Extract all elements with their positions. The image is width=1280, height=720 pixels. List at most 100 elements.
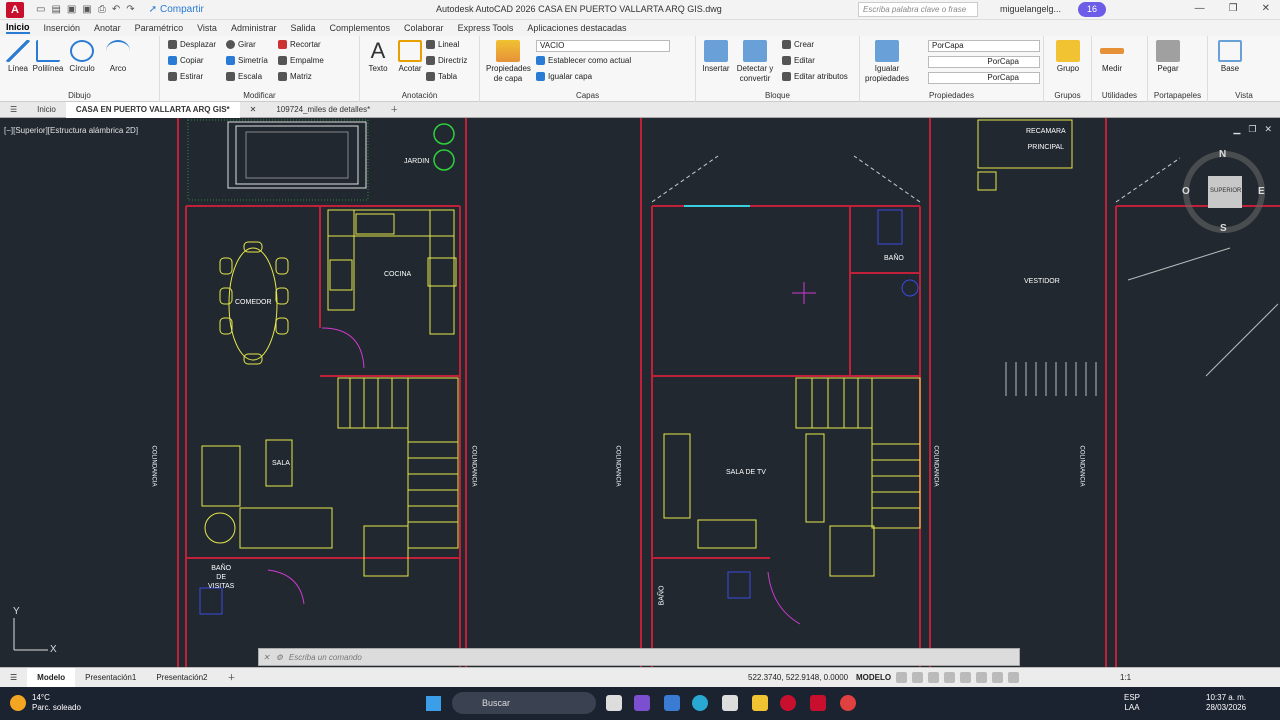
panel-title-portapapeles[interactable]: Portapapeles — [1148, 91, 1207, 100]
lineweight-icon[interactable] — [992, 672, 1003, 683]
group-button[interactable]: Grupo — [1050, 40, 1086, 74]
command-line[interactable]: ✕ ⚙ Escriba un comando — [258, 648, 1020, 666]
drawing-canvas[interactable]: Y X [−][Superior][Estructura alámbrica 2… — [0, 118, 1280, 667]
layout-menu-icon[interactable]: ☰ — [0, 668, 27, 688]
tab-salida[interactable]: Salida — [290, 23, 315, 33]
layer-properties-button[interactable]: Propiedades de capa — [486, 40, 531, 84]
share-button[interactable]: ➚ Compartir — [149, 4, 204, 15]
layout-tab-presentacion1[interactable]: Presentación1 — [75, 668, 146, 688]
viewcube-east[interactable]: E — [1258, 186, 1265, 197]
transparency-icon[interactable] — [1008, 672, 1019, 683]
annotation-scale[interactable]: 1:1 — [1120, 673, 1131, 682]
viewcube-north[interactable]: N — [1219, 149, 1226, 160]
polar-icon[interactable] — [944, 672, 955, 683]
match-layer-button[interactable]: Igualar capa — [536, 72, 592, 81]
file-tab-inicio[interactable]: Inicio — [27, 102, 66, 118]
rotate-button[interactable]: Girar — [226, 40, 256, 49]
panel-title-utilidades[interactable]: Utilidades — [1092, 91, 1147, 100]
move-button[interactable]: Desplazar — [168, 40, 216, 49]
file-explorer-icon[interactable] — [752, 695, 768, 711]
viewport-close-icon[interactable]: ✕ — [1264, 124, 1272, 135]
edge-icon[interactable] — [692, 695, 708, 711]
add-layout-icon[interactable]: ＋ — [217, 668, 245, 688]
panel-title-propiedades[interactable]: Propiedades — [860, 91, 1043, 100]
opera-icon[interactable] — [780, 695, 796, 711]
user-account[interactable]: miguelangelg... — [1000, 4, 1061, 14]
tab-vista[interactable]: Vista — [197, 23, 217, 33]
detect-convert-button[interactable]: Detectar y convertir — [734, 40, 776, 84]
outlook-icon[interactable] — [664, 695, 680, 711]
save-as-icon[interactable]: ▣ — [82, 4, 91, 15]
help-search-input[interactable]: Escriba palabra clave o frase — [858, 2, 978, 17]
lineweight-dropdown[interactable]: PorCapa — [928, 72, 1040, 84]
panel-title-capas[interactable]: Capas — [480, 91, 695, 100]
osnap-icon[interactable] — [960, 672, 971, 683]
text-button[interactable]: A Texto — [360, 40, 396, 74]
viewport-minimize-icon[interactable]: ▁ — [1233, 124, 1240, 135]
tab-insercion[interactable]: Inserción — [44, 23, 81, 33]
panel-title-dibujo[interactable]: Dibujo — [0, 91, 159, 100]
panel-title-modificar[interactable]: Modificar — [160, 91, 359, 100]
close-tab-icon[interactable]: ✕ — [240, 102, 267, 118]
copilot-icon[interactable] — [634, 695, 650, 711]
panel-title-anotacion[interactable]: Anotación — [360, 91, 479, 100]
viewcube-top-face[interactable]: SUPERIOR — [1210, 188, 1241, 194]
autocad-taskbar-icon[interactable] — [810, 695, 826, 711]
print-icon[interactable]: ⎙ — [98, 4, 106, 15]
tab-inicio[interactable]: Inicio — [6, 22, 30, 34]
panel-title-bloque[interactable]: Bloque — [696, 91, 859, 100]
polyline-button[interactable]: Polilínea — [30, 40, 66, 74]
match-properties-button[interactable]: Igualar propiedades — [864, 40, 910, 84]
paste-button[interactable]: Pegar — [1150, 40, 1186, 74]
task-view-icon[interactable] — [606, 695, 622, 711]
file-tab-detalles[interactable]: 109724_miles de detalles* — [266, 102, 380, 118]
arc-button[interactable]: Arco — [100, 40, 136, 74]
command-settings-icon[interactable]: ⚙ — [276, 653, 283, 662]
set-current-layer-button[interactable]: Establecer como actual — [536, 56, 631, 65]
create-block-button[interactable]: Crear — [782, 40, 814, 49]
tab-complementos[interactable]: Complementos — [330, 23, 391, 33]
language-indicator[interactable]: ESP LAA — [1124, 693, 1140, 713]
redo-icon[interactable]: ↷ — [126, 4, 134, 15]
save-icon[interactable]: ▣ — [67, 4, 76, 15]
undo-icon[interactable]: ↶ — [112, 4, 120, 15]
table-button[interactable]: Tabla — [426, 72, 457, 81]
layout-tab-presentacion2[interactable]: Presentación2 — [146, 668, 217, 688]
copy-button[interactable]: Copiar — [168, 56, 204, 65]
color-dropdown[interactable]: PorCapa — [928, 40, 1040, 52]
tab-express-tools[interactable]: Express Tools — [458, 23, 514, 33]
leader-button[interactable]: Directriz — [426, 56, 467, 65]
new-file-icon[interactable]: ▭ — [36, 4, 45, 15]
scale-button[interactable]: Escala — [226, 72, 262, 81]
insert-block-button[interactable]: Insertar — [698, 40, 734, 74]
otrack-icon[interactable] — [976, 672, 987, 683]
trim-button[interactable]: Recortar — [278, 40, 321, 49]
file-tabs-menu-icon[interactable]: ☰ — [0, 102, 27, 118]
command-input[interactable]: Escriba un comando — [289, 653, 362, 662]
circle-button[interactable]: Círculo — [64, 40, 100, 74]
viewport-restore-icon[interactable]: ❐ — [1248, 124, 1256, 135]
restore-icon[interactable]: ❐ — [1229, 3, 1238, 14]
autocad-logo[interactable]: A — [6, 1, 24, 18]
stretch-button[interactable]: Estirar — [168, 72, 203, 81]
fillet-button[interactable]: Empalme — [278, 56, 324, 65]
taskbar-search[interactable]: Buscar — [452, 692, 596, 714]
measure-button[interactable]: Medir — [1094, 40, 1130, 74]
panel-title-grupos[interactable]: Grupos — [1044, 91, 1091, 100]
model-space-toggle[interactable]: MODELO — [856, 673, 891, 682]
linear-dimension-button[interactable]: Lineal — [426, 40, 459, 49]
layer-dropdown[interactable]: VACIO — [536, 40, 670, 52]
open-file-icon[interactable]: ▤ — [51, 4, 60, 15]
array-button[interactable]: Matriz — [278, 72, 312, 81]
viewcube-south[interactable]: S — [1220, 223, 1227, 234]
viewport-controls-label[interactable]: [−][Superior][Estructura alámbrica 2D] — [4, 126, 138, 135]
layout-tab-modelo[interactable]: Modelo — [27, 667, 76, 688]
file-tab-casa[interactable]: CASA EN PUERTO VALLARTA ARQ GIS* — [65, 101, 240, 118]
tab-aplicaciones[interactable]: Aplicaciones destacadas — [527, 23, 626, 33]
tab-administrar[interactable]: Administrar — [231, 23, 277, 33]
ortho-icon[interactable] — [928, 672, 939, 683]
command-close-icon[interactable]: ✕ — [263, 653, 270, 662]
store-icon[interactable] — [722, 695, 738, 711]
mirror-button[interactable]: Simetría — [226, 56, 268, 65]
minimize-icon[interactable]: — — [1195, 3, 1205, 14]
